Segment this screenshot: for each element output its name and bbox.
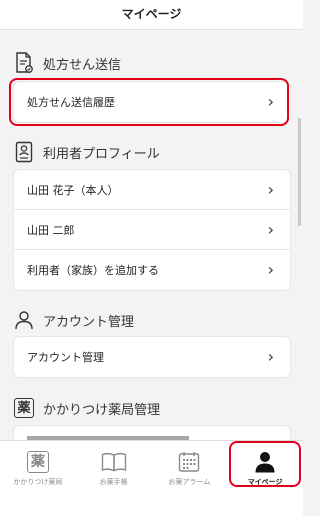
section-prescription-title: 処方せん送信 — [14, 52, 121, 74]
chevron-right-icon: › — [267, 347, 274, 366]
pharmacy-kanji-icon: 薬 — [14, 398, 34, 418]
tab-my-page[interactable]: マイページ — [227, 441, 303, 516]
tab-label: マイページ — [247, 478, 283, 486]
page-title: マイページ — [121, 7, 182, 21]
section-profile-label: 利用者プロフィール — [43, 146, 160, 162]
tab-label: かかりつけ薬局 — [13, 478, 63, 486]
tab-label: お薬アラーム — [168, 478, 211, 486]
book-icon — [101, 449, 127, 475]
tab-medication-notebook[interactable]: お薬手帳 — [76, 441, 152, 516]
section-account-title: アカウント管理 — [14, 309, 134, 331]
tab-label: お薬手帳 — [99, 478, 128, 486]
chevron-right-icon: › — [267, 179, 274, 199]
list-item-label: アカウント管理 — [27, 351, 104, 364]
section-prescription-label: 処方せん送信 — [43, 57, 122, 73]
section-pharmacy-title: 薬 かかりつけ薬局管理 — [14, 397, 160, 419]
person-outline-icon — [14, 309, 34, 331]
list-item-prescription-history[interactable]: 処方せん送信履歴 › — [14, 82, 290, 122]
tab-pharmacy[interactable]: 薬 かかりつけ薬局 — [0, 441, 76, 516]
bottom-tab-bar: 薬 かかりつけ薬局 お薬手帳 お薬アラーム マイページ — [0, 440, 303, 516]
section-account-label: アカウント管理 — [43, 314, 135, 330]
profile-card: 山田 花子（本人） › 山田 二郎 › 利用者（家族）を追加する › — [14, 170, 290, 290]
chevron-right-icon: › — [267, 92, 274, 111]
list-item-add-family[interactable]: 利用者（家族）を追加する › — [14, 250, 290, 290]
chevron-right-icon: › — [267, 260, 274, 279]
prescription-card: 処方せん送信履歴 › — [14, 82, 290, 122]
person-filled-icon — [254, 449, 276, 475]
prescription-document-icon — [14, 52, 34, 74]
scrollbar[interactable] — [298, 118, 301, 226]
list-item-account-management[interactable]: アカウント管理 › — [14, 337, 290, 377]
tab-medication-alarm[interactable]: お薬アラーム — [152, 441, 228, 516]
section-pharmacy-label: かかりつけ薬局管理 — [43, 402, 161, 418]
chevron-right-icon: › — [267, 219, 274, 239]
account-card: アカウント管理 › — [14, 337, 290, 377]
list-item-label: 処方せん送信履歴 — [27, 96, 115, 109]
list-item-profile-self[interactable]: 山田 花子（本人） › — [14, 170, 290, 210]
list-item-label: 利用者（家族）を追加する — [27, 264, 159, 277]
list-item-profile-family[interactable]: 山田 二郎 › — [14, 210, 290, 250]
page-header: マイページ — [0, 0, 303, 30]
profile-card-icon — [14, 141, 34, 163]
section-profile-title: 利用者プロフィール — [14, 141, 160, 163]
list-item-label: 山田 二郎 — [27, 223, 75, 237]
list-item-label: 山田 花子（本人） — [27, 183, 119, 197]
calendar-icon — [178, 449, 200, 475]
main-content[interactable]: 処方せん送信 処方せん送信履歴 › 利用者プロフィール 山田 花子（本人） › … — [0, 30, 303, 464]
pharmacy-kanji-icon: 薬 — [26, 451, 49, 473]
